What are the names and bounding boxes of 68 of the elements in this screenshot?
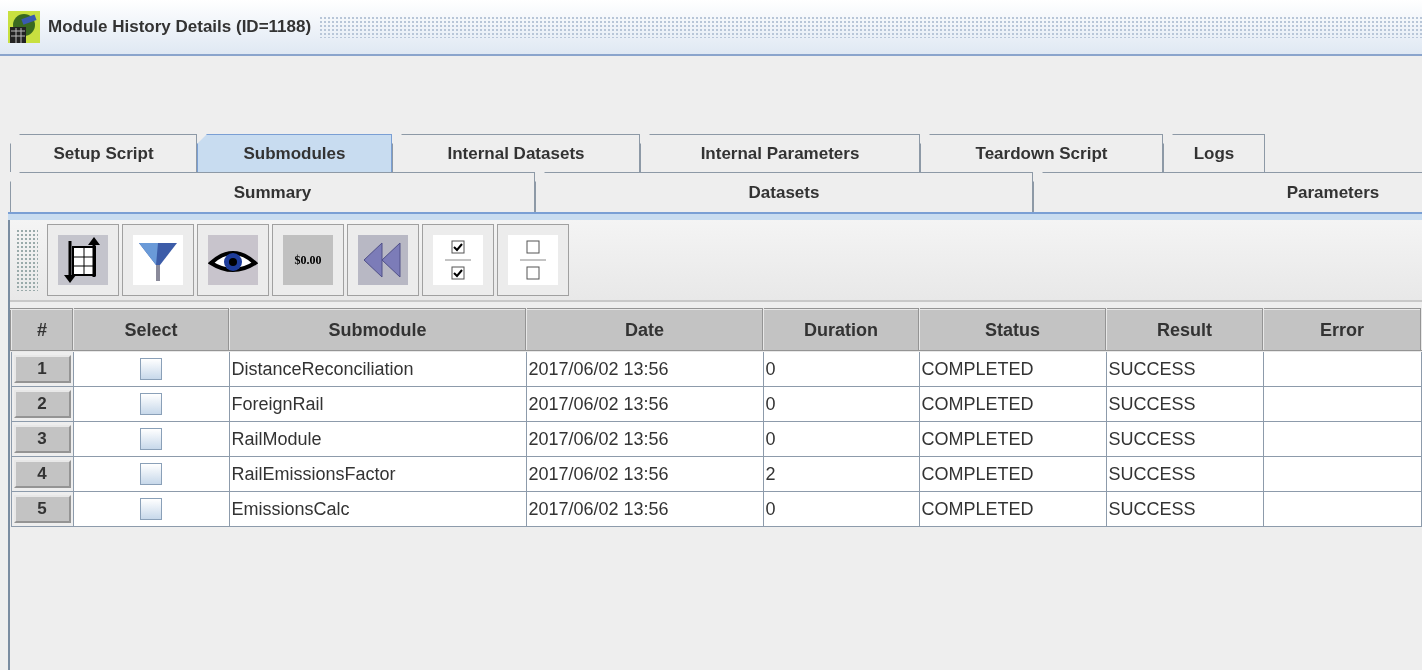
select-checkbox[interactable]	[140, 463, 162, 486]
table-cell: SUCCESS	[1106, 491, 1263, 527]
column-header[interactable]: Duration	[763, 309, 919, 351]
table-cell: SUCCESS	[1106, 386, 1263, 422]
select-all-button[interactable]	[422, 224, 494, 296]
table-cell: RailEmissionsFactor	[229, 456, 526, 492]
table-cell: 0	[763, 386, 919, 422]
tab[interactable]: Internal Datasets	[392, 134, 640, 172]
table-cell: 0	[763, 421, 919, 457]
toolbar-grip[interactable]	[16, 229, 38, 291]
column-header[interactable]: #	[11, 309, 73, 351]
select-checkbox[interactable]	[140, 428, 162, 451]
tab[interactable]: Summary	[10, 172, 535, 212]
sort-icon	[58, 235, 108, 285]
table-cell: SUCCESS	[1106, 456, 1263, 492]
table-cell: SUCCESS	[1106, 351, 1263, 387]
select-checkbox[interactable]	[140, 358, 162, 381]
table-cell: 0	[763, 351, 919, 387]
row-number[interactable]: 2	[13, 390, 71, 418]
sort-button[interactable]	[47, 224, 119, 296]
column-header[interactable]: Status	[919, 309, 1106, 351]
table-cell: 2	[763, 456, 919, 492]
reset-button[interactable]	[347, 224, 419, 296]
filter-button[interactable]	[122, 224, 194, 296]
table-cell: 2017/06/02 13:56	[526, 351, 763, 387]
table-cell: COMPLETED	[919, 456, 1106, 492]
column-header[interactable]: Result	[1106, 309, 1263, 351]
table-cell: 2017/06/02 13:56	[526, 491, 763, 527]
column-header[interactable]: Select	[73, 309, 229, 351]
table-cell: DistanceReconciliation	[229, 351, 526, 387]
table-cell: 2017/06/02 13:56	[526, 386, 763, 422]
column-header[interactable]: Date	[526, 309, 763, 351]
window-title: Module History Details (ID=1188)	[48, 17, 312, 37]
column-header[interactable]: Submodule	[229, 309, 526, 351]
checked-boxes-icon	[433, 235, 483, 285]
select-checkbox[interactable]	[140, 498, 162, 521]
table-cell: EmissionsCalc	[229, 491, 526, 527]
tab[interactable]: Logs	[1163, 134, 1265, 172]
app-icon	[8, 11, 40, 43]
table-cell: COMPLETED	[919, 386, 1106, 422]
empty-boxes-icon	[508, 235, 558, 285]
tab[interactable]: Internal Parameters	[640, 134, 920, 172]
row-number[interactable]: 5	[13, 495, 71, 523]
view-button[interactable]	[197, 224, 269, 296]
table-cell: COMPLETED	[919, 351, 1106, 387]
select-checkbox[interactable]	[140, 393, 162, 416]
table-cell: ForeignRail	[229, 386, 526, 422]
tab[interactable]: Submodules	[197, 134, 392, 172]
column-header[interactable]: Error	[1263, 309, 1421, 351]
clear-all-button[interactable]	[497, 224, 569, 296]
row-number[interactable]: 3	[13, 425, 71, 453]
table-cell: 0	[763, 491, 919, 527]
tab[interactable]: Datasets	[535, 172, 1033, 212]
table-cell: COMPLETED	[919, 491, 1106, 527]
table-cell: 2017/06/02 13:56	[526, 456, 763, 492]
tab[interactable]: Parameters	[1033, 172, 1422, 212]
row-number[interactable]: 4	[13, 460, 71, 488]
eye-icon	[208, 235, 258, 285]
funnel-icon	[133, 235, 183, 285]
rewind-icon	[358, 235, 408, 285]
currency-format-button[interactable]: $0.00	[272, 224, 344, 296]
table-cell: 2017/06/02 13:56	[526, 421, 763, 457]
table-cell: COMPLETED	[919, 421, 1106, 457]
row-number[interactable]: 1	[13, 355, 71, 383]
table-cell: SUCCESS	[1106, 421, 1263, 457]
tab[interactable]: Setup Script	[10, 134, 197, 172]
tab[interactable]: Teardown Script	[920, 134, 1163, 172]
table-cell: RailModule	[229, 421, 526, 457]
